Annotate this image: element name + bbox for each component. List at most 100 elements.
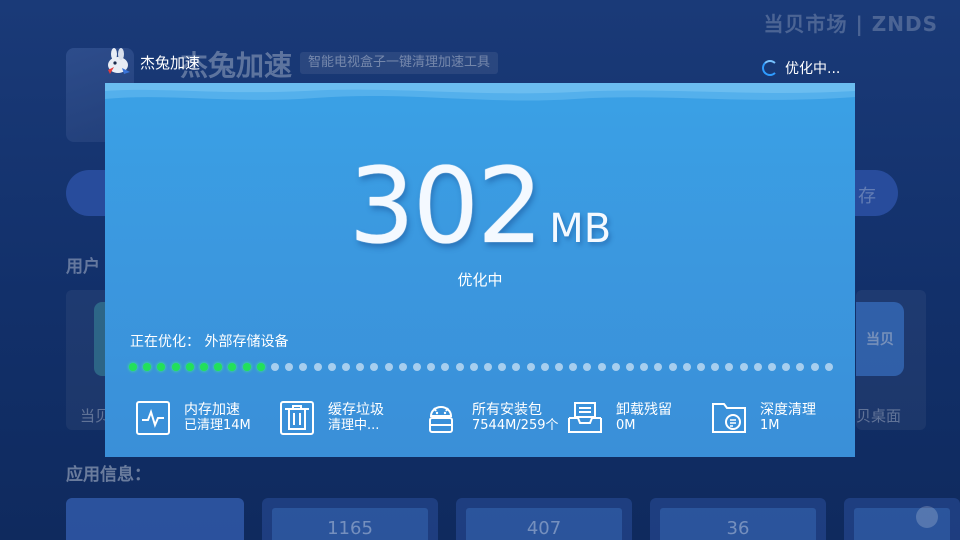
progress-label: 正在优化： 外部存储设备 xyxy=(130,334,289,350)
watermark-logo: 当贝市场 | ZNDS xyxy=(763,12,938,36)
progress-dot-pending xyxy=(512,363,521,371)
app-subtitle-bg: 智能电视盒子一键清理加速工具 xyxy=(300,52,499,74)
app-info-label: 应用信息： xyxy=(66,465,151,485)
progress-dot-pending xyxy=(441,363,450,371)
progress-dot-pending xyxy=(725,363,734,371)
clean-item-detail: 已清理14M xyxy=(184,418,251,433)
app-tile: 407 xyxy=(456,498,632,540)
progress-dot-pending xyxy=(668,363,677,371)
optimizing-status: 优化中... xyxy=(762,58,840,78)
progress-dot-pending xyxy=(455,363,464,371)
progress-dot-pending xyxy=(398,363,407,371)
progress-dot-pending xyxy=(796,363,805,371)
bg-app-card-label: 当贝 xyxy=(866,332,894,348)
progress-dot-pending xyxy=(469,363,478,371)
clean-item-detail: 7544M/259个 xyxy=(472,418,559,433)
progress-dot-pending xyxy=(327,363,336,371)
clean-item-title: 卸载残留 xyxy=(616,402,672,418)
progress-dot-pending xyxy=(413,363,421,371)
progress-dot-done xyxy=(129,363,137,371)
progress-dot-pending xyxy=(427,363,436,371)
deep-clean-folder-icon xyxy=(712,403,746,433)
clean-item-detail: 清理中... xyxy=(328,418,380,433)
progress-dot-pending xyxy=(540,363,549,371)
bg-button-right-label: 存 xyxy=(858,186,876,207)
progress-dot-done xyxy=(256,363,265,371)
app-tile-value: 407 xyxy=(526,518,562,539)
progress-dot-pending xyxy=(356,363,365,371)
optimizer-status: 优化中 xyxy=(457,271,503,289)
bg-app-card-icon-right: 当贝 xyxy=(856,302,904,376)
progress-dot-done xyxy=(185,363,194,371)
clean-items: 内存加速 已清理14M 缓存垃圾 清理中... 所有安装包 7544M/259个… xyxy=(105,393,855,443)
android-package-icon xyxy=(429,406,453,433)
progress-dot-pending xyxy=(555,363,563,371)
progress-dot-done xyxy=(171,363,180,371)
progress-dot-pending xyxy=(739,363,748,371)
clean-item-title: 深度清理 xyxy=(760,402,816,418)
progress-dot-pending xyxy=(299,363,308,371)
clean-item-cache: 缓存垃圾 清理中... xyxy=(279,393,384,443)
app-tile-value: 36 xyxy=(726,518,750,539)
app-tile-value: 1165 xyxy=(327,518,373,539)
progress-dot-pending xyxy=(484,363,492,371)
progress-dot-pending xyxy=(370,363,379,371)
app-tile xyxy=(66,498,244,540)
progress-dot-pending xyxy=(526,363,535,371)
memory-pulse-icon xyxy=(136,401,170,435)
freed-size-unit: MB xyxy=(549,206,612,252)
progress-dot-pending xyxy=(810,363,819,371)
progress-dot-pending xyxy=(654,363,663,371)
progress-dot-done xyxy=(143,363,152,371)
clean-item-detail: 1M xyxy=(760,418,780,433)
progress-dot-pending xyxy=(271,363,279,371)
user-section-label: 用户 xyxy=(66,257,100,277)
clean-item-title: 所有安装包 xyxy=(472,402,542,418)
progress-bar xyxy=(129,363,833,373)
progress-dot-pending xyxy=(498,363,507,371)
rabbit-logo-icon xyxy=(108,48,130,74)
progress-dot-pending xyxy=(640,363,649,371)
clean-item-packages: 所有安装包 7544M/259个 xyxy=(423,393,559,443)
bg-item-label-right: 贝桌面 xyxy=(856,407,902,425)
progress-dot-pending xyxy=(611,363,620,371)
optimizer-dialog: 302 MB 优化中 正在优化： 外部存储设备 内存加速 已清理14M 缓存垃圾 … xyxy=(105,83,855,457)
progress-dot-pending xyxy=(782,363,791,371)
freed-size-value: 302 xyxy=(348,145,544,267)
wave-decoration xyxy=(105,83,855,101)
app-tile: 36 xyxy=(650,498,826,540)
clean-item-title: 内存加速 xyxy=(184,402,240,418)
clean-item-detail: 0M xyxy=(616,418,636,433)
progress-dot-pending xyxy=(569,363,578,371)
app-name: 杰兔加速 xyxy=(140,54,201,72)
progress-dot-done xyxy=(228,363,237,371)
uninstall-residue-icon xyxy=(568,402,602,433)
progress-dot-pending xyxy=(711,363,720,371)
progress-dot-done xyxy=(214,363,223,371)
progress-dot-pending xyxy=(682,363,691,371)
progress-dot-pending xyxy=(768,363,776,371)
corner-mascot-icon xyxy=(916,506,938,528)
freed-size: 302 MB xyxy=(105,145,855,267)
progress-dot-pending xyxy=(583,363,592,371)
loading-spinner-icon xyxy=(762,60,778,76)
progress-dot-pending xyxy=(285,363,294,371)
progress-dot-pending xyxy=(626,363,634,371)
clean-item-memory: 内存加速 已清理14M xyxy=(135,393,251,443)
progress-dot-pending xyxy=(384,363,393,371)
progress-dot-pending xyxy=(597,363,606,371)
progress-dot-done xyxy=(157,363,166,371)
progress-dot-done xyxy=(242,363,251,371)
optimizing-status-text: 优化中... xyxy=(785,61,841,77)
progress-dot-pending xyxy=(824,363,833,371)
progress-dot-pending xyxy=(342,363,350,371)
progress-dot-pending xyxy=(697,363,705,371)
app-tile xyxy=(844,498,960,540)
cache-trash-icon xyxy=(280,401,314,435)
progress-dot-pending xyxy=(313,363,322,371)
app-tile: 1165 xyxy=(262,498,438,540)
progress-dot-done xyxy=(200,363,208,371)
clean-item-deep: 深度清理 1M xyxy=(711,393,816,443)
clean-item-residue: 卸载残留 0M xyxy=(567,393,672,443)
progress-dot-pending xyxy=(753,363,762,371)
